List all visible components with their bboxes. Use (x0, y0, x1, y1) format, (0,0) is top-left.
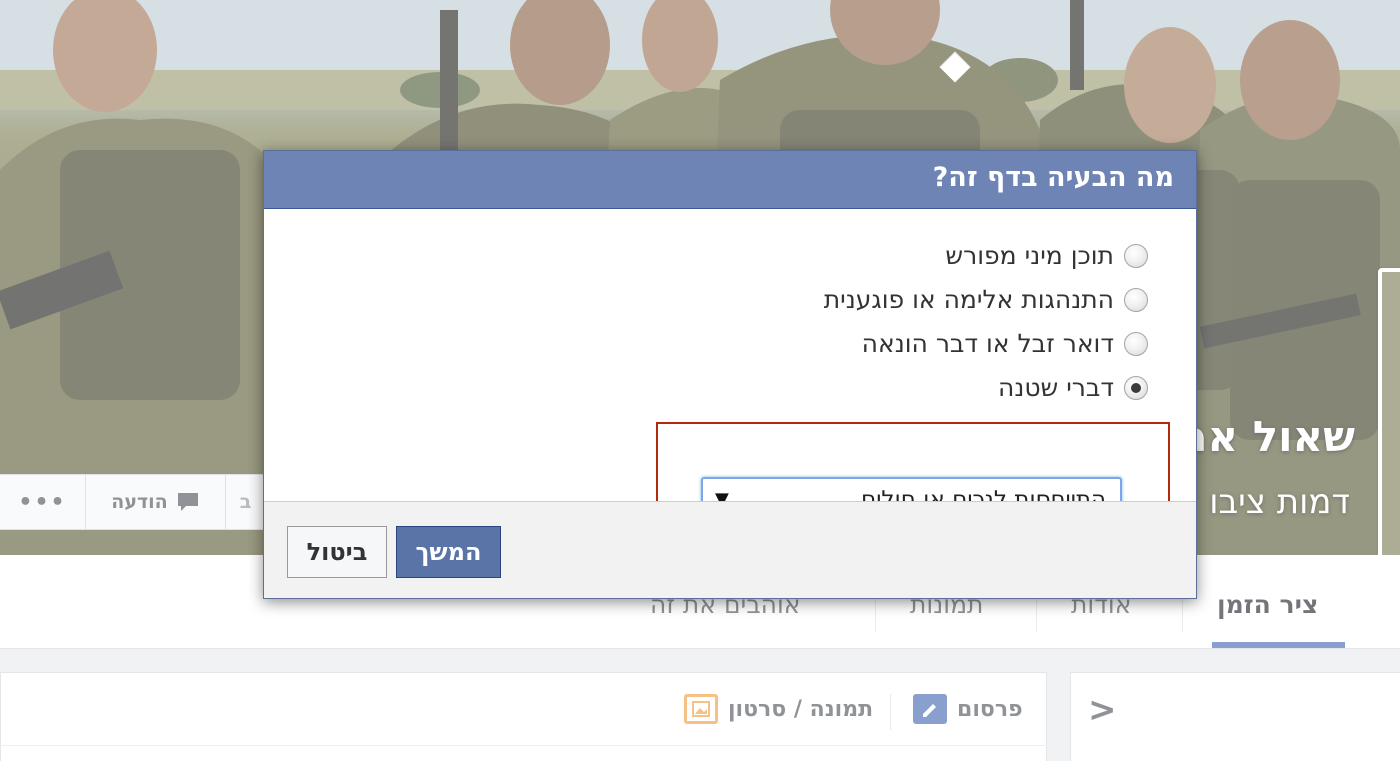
cancel-button[interactable]: ביטול (287, 526, 387, 578)
option-label: תוכן מיני מפורש (945, 241, 1114, 270)
option-label: התנהגות אלימה או פוגענית (823, 285, 1114, 314)
option-label: דברי שטנה (997, 373, 1114, 402)
option-sexual-content[interactable]: תוכן מיני מפורש (945, 241, 1148, 270)
option-label: דואר זבל או דבר הונאה (861, 329, 1114, 358)
report-dialog: מה הבעיה בדף זה? תוכן מיני מפורש התנהגות… (263, 150, 1197, 599)
dialog-header: מה הבעיה בדף זה? (264, 151, 1196, 209)
dialog-footer: המשך ביטול (264, 501, 1196, 598)
dialog-title: מה הבעיה בדף זה? (932, 162, 1174, 193)
radio-icon[interactable] (1124, 287, 1148, 312)
radio-selected-icon[interactable] (1124, 375, 1148, 400)
option-hate-speech[interactable]: דברי שטנה (998, 373, 1148, 402)
dialog-body: תוכן מיני מפורש התנהגות אלימה או פוגענית… (264, 209, 1196, 539)
radio-icon[interactable] (1124, 243, 1148, 268)
continue-button[interactable]: המשך (396, 526, 501, 578)
radio-icon[interactable] (1124, 331, 1148, 356)
option-violent-behavior[interactable]: התנהגות אלימה או פוגענית (824, 285, 1148, 314)
option-spam-scam[interactable]: דואר זבל או דבר הונאה (862, 329, 1148, 358)
